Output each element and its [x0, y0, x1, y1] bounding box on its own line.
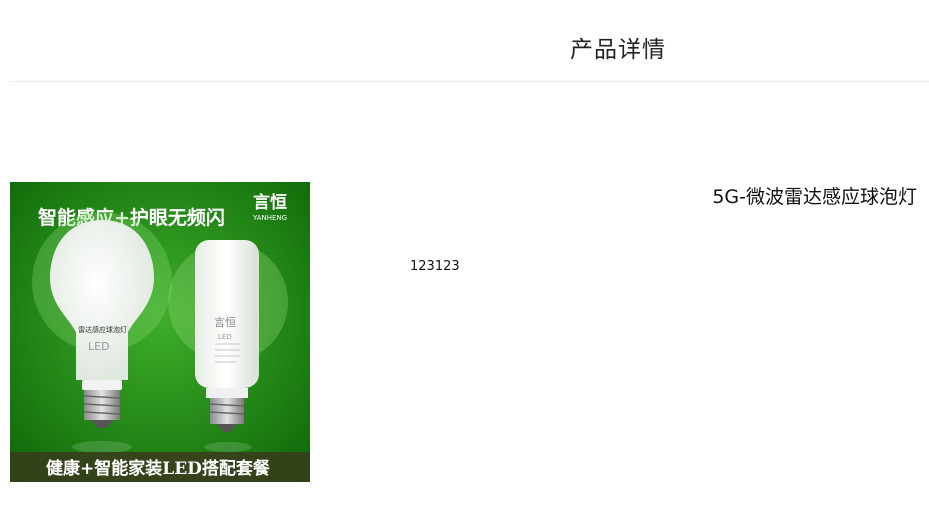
brand-logo: 言恒 [253, 192, 287, 213]
brand-logo-en: YANHENG [252, 214, 287, 222]
product-description: 123123 [410, 259, 460, 274]
tube-brand-label: 言恒 [214, 316, 236, 329]
page-header: 产品详情 [10, 0, 929, 82]
product-image[interactable]: 智能感应+护眼无频闪 言恒 YANHENG 雷达感应球泡灯 LED 言恒 LED… [10, 182, 310, 482]
product-image-graphic: 智能感应+护眼无频闪 言恒 YANHENG 雷达感应球泡灯 LED 言恒 LED… [10, 182, 310, 482]
tube-led-label: LED [218, 333, 232, 341]
bulb-led-label: LED [88, 340, 110, 353]
page-title: 产品详情 [570, 37, 666, 63]
image-banner-bottom: 健康+智能家装LED搭配套餐 [46, 458, 271, 479]
product-name: 5G-微波雷达感应球泡灯 [712, 186, 917, 208]
bulb-label: 雷达感应球泡灯 [78, 325, 127, 334]
